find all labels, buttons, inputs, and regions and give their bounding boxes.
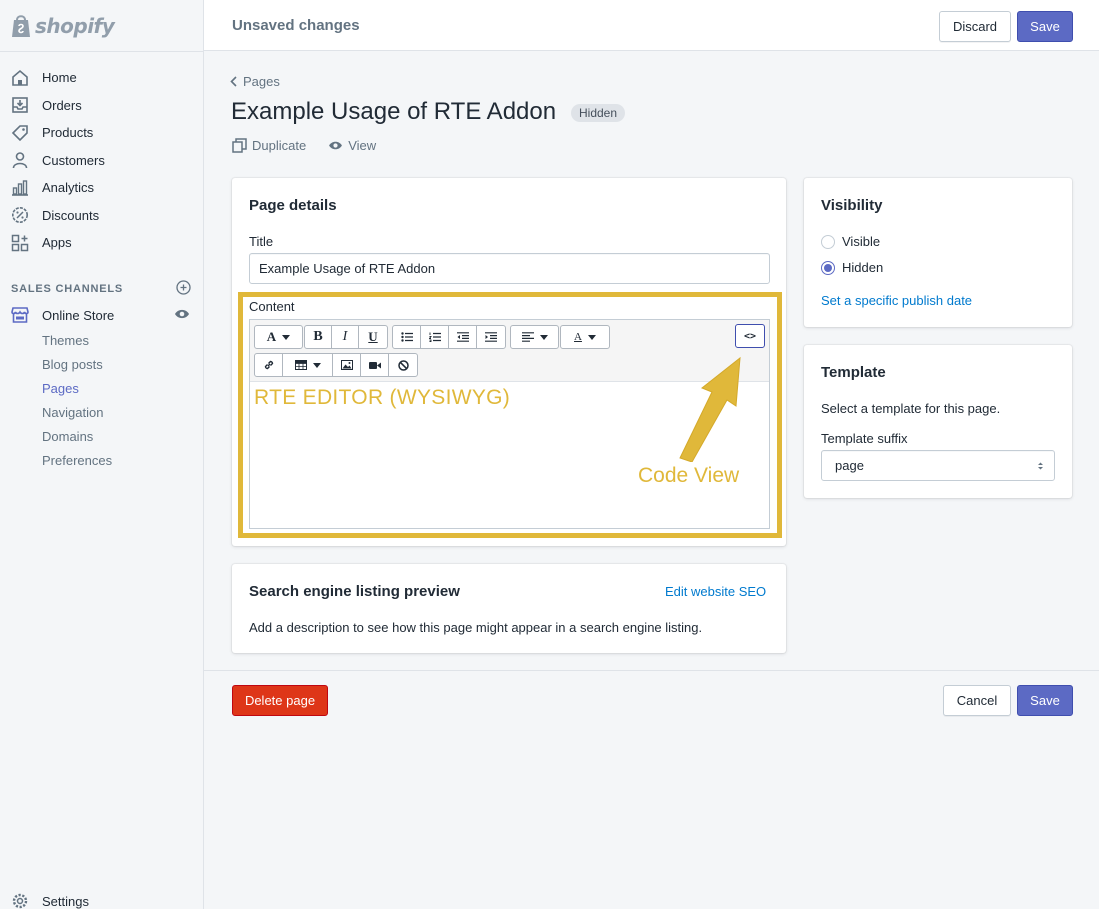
sidebar-item-customers[interactable]: Customers (0, 147, 204, 175)
cancel-button[interactable]: Cancel (943, 685, 1011, 716)
delete-page-button[interactable]: Delete page (232, 685, 328, 716)
footer-save-button[interactable]: Save (1017, 685, 1073, 716)
home-icon (10, 68, 30, 88)
sidebar-item-discounts[interactable]: Discounts (0, 202, 204, 230)
subnav-navigation[interactable]: Navigation (42, 401, 112, 425)
page-details-heading: Page details (249, 197, 337, 214)
visibility-heading: Visibility (821, 197, 883, 214)
sales-channels-label: SALES CHANNELS (11, 283, 124, 295)
gear-icon (10, 891, 30, 909)
hidden-label: Hidden (842, 260, 884, 275)
seo-description: Add a description to see how this page m… (249, 620, 703, 635)
footer-divider (204, 670, 1099, 671)
apps-icon (10, 233, 30, 253)
settings-label: Settings (42, 893, 89, 909)
sidebar-item-apps[interactable]: Apps (0, 229, 204, 257)
logo-text: shopify (35, 14, 115, 38)
template-description: Select a template for this page. (821, 401, 1001, 416)
seo-heading: Search engine listing preview (249, 583, 460, 600)
sidebar-item-label: Orders (42, 97, 82, 113)
subnav-preferences[interactable]: Preferences (42, 449, 112, 473)
shopify-bag-icon (10, 13, 32, 39)
sidebar-item-label: Discounts (42, 207, 100, 223)
edit-seo-link[interactable]: Edit website SEO (665, 584, 766, 599)
discount-icon (10, 205, 30, 225)
template-suffix-label: Template suffix (821, 431, 908, 446)
sidebar-item-analytics[interactable]: Analytics (0, 174, 204, 202)
unsaved-changes-title: Unsaved changes (232, 17, 360, 34)
sidebar-item-label: Home (42, 70, 77, 86)
title-label: Title (249, 234, 274, 249)
subnav-blog-posts[interactable]: Blog posts (42, 353, 112, 377)
sales-channels-header: SALES CHANNELS (11, 280, 191, 298)
tag-icon (10, 123, 30, 143)
eye-icon[interactable] (174, 308, 190, 323)
sidebar-item-online-store[interactable]: Online Store (10, 304, 190, 326)
template-heading: Template (821, 364, 886, 381)
publish-date-link[interactable]: Set a specific publish date (821, 293, 972, 308)
hidden-option[interactable]: Hidden (821, 260, 883, 275)
view-action[interactable]: View (328, 138, 376, 153)
breadcrumb-label: Pages (243, 74, 280, 89)
template-suffix-value: page (835, 458, 864, 473)
sidebar-item-label: Customers (42, 152, 105, 168)
shopify-logo[interactable]: shopify (10, 10, 115, 42)
top-save-button[interactable]: Save (1017, 11, 1073, 42)
duplicate-label: Duplicate (252, 138, 307, 153)
person-icon (10, 150, 30, 170)
sidebar-item-label: Products (42, 125, 94, 141)
view-label: View (348, 138, 377, 153)
template-suffix-select[interactable]: page (821, 450, 1055, 481)
duplicate-icon (232, 138, 252, 153)
store-icon (10, 305, 30, 325)
page-title: Example Usage of RTE Addon (231, 98, 557, 125)
breadcrumb[interactable]: Pages (230, 74, 280, 89)
subnav-themes[interactable]: Themes (42, 329, 112, 353)
page-actions: Duplicate View (232, 138, 398, 153)
visible-radio[interactable] (821, 234, 835, 249)
sidebar: shopify Home Orders Products Customers A… (0, 0, 204, 909)
discard-button[interactable]: Discard (939, 11, 1011, 42)
sidebar-item-orders[interactable]: Orders (0, 92, 204, 120)
sidebar-item-settings[interactable]: Settings (10, 891, 89, 909)
chevron-left-icon (230, 76, 237, 87)
bar-chart-icon (10, 178, 30, 198)
sidebar-item-home[interactable]: Home (0, 64, 204, 92)
annotation-arrow (679, 356, 741, 462)
visible-option[interactable]: Visible (821, 234, 880, 249)
sidebar-divider (0, 51, 204, 52)
status-badge: Hidden (571, 104, 626, 122)
select-arrows-icon (1037, 461, 1044, 471)
sidebar-item-products[interactable]: Products (0, 119, 204, 147)
seo-card (232, 564, 786, 653)
add-channel-icon[interactable] (176, 280, 191, 298)
subnav-domains[interactable]: Domains (42, 425, 112, 449)
sidebar-item-label: Analytics (42, 180, 95, 196)
main-nav: Home Orders Products Customers Analytics… (0, 64, 204, 257)
online-store-label: Online Store (42, 307, 115, 323)
visible-label: Visible (842, 234, 881, 249)
eye-icon (328, 140, 348, 151)
title-input[interactable]: Example Usage of RTE Addon (249, 253, 770, 284)
hidden-radio[interactable] (821, 260, 835, 275)
subnav-pages[interactable]: Pages (42, 377, 112, 401)
online-store-subnav: Themes Blog posts Pages Navigation Domai… (42, 329, 112, 473)
duplicate-action[interactable]: Duplicate (232, 138, 306, 153)
sidebar-item-label: Apps (42, 235, 72, 251)
orders-icon (10, 95, 30, 115)
